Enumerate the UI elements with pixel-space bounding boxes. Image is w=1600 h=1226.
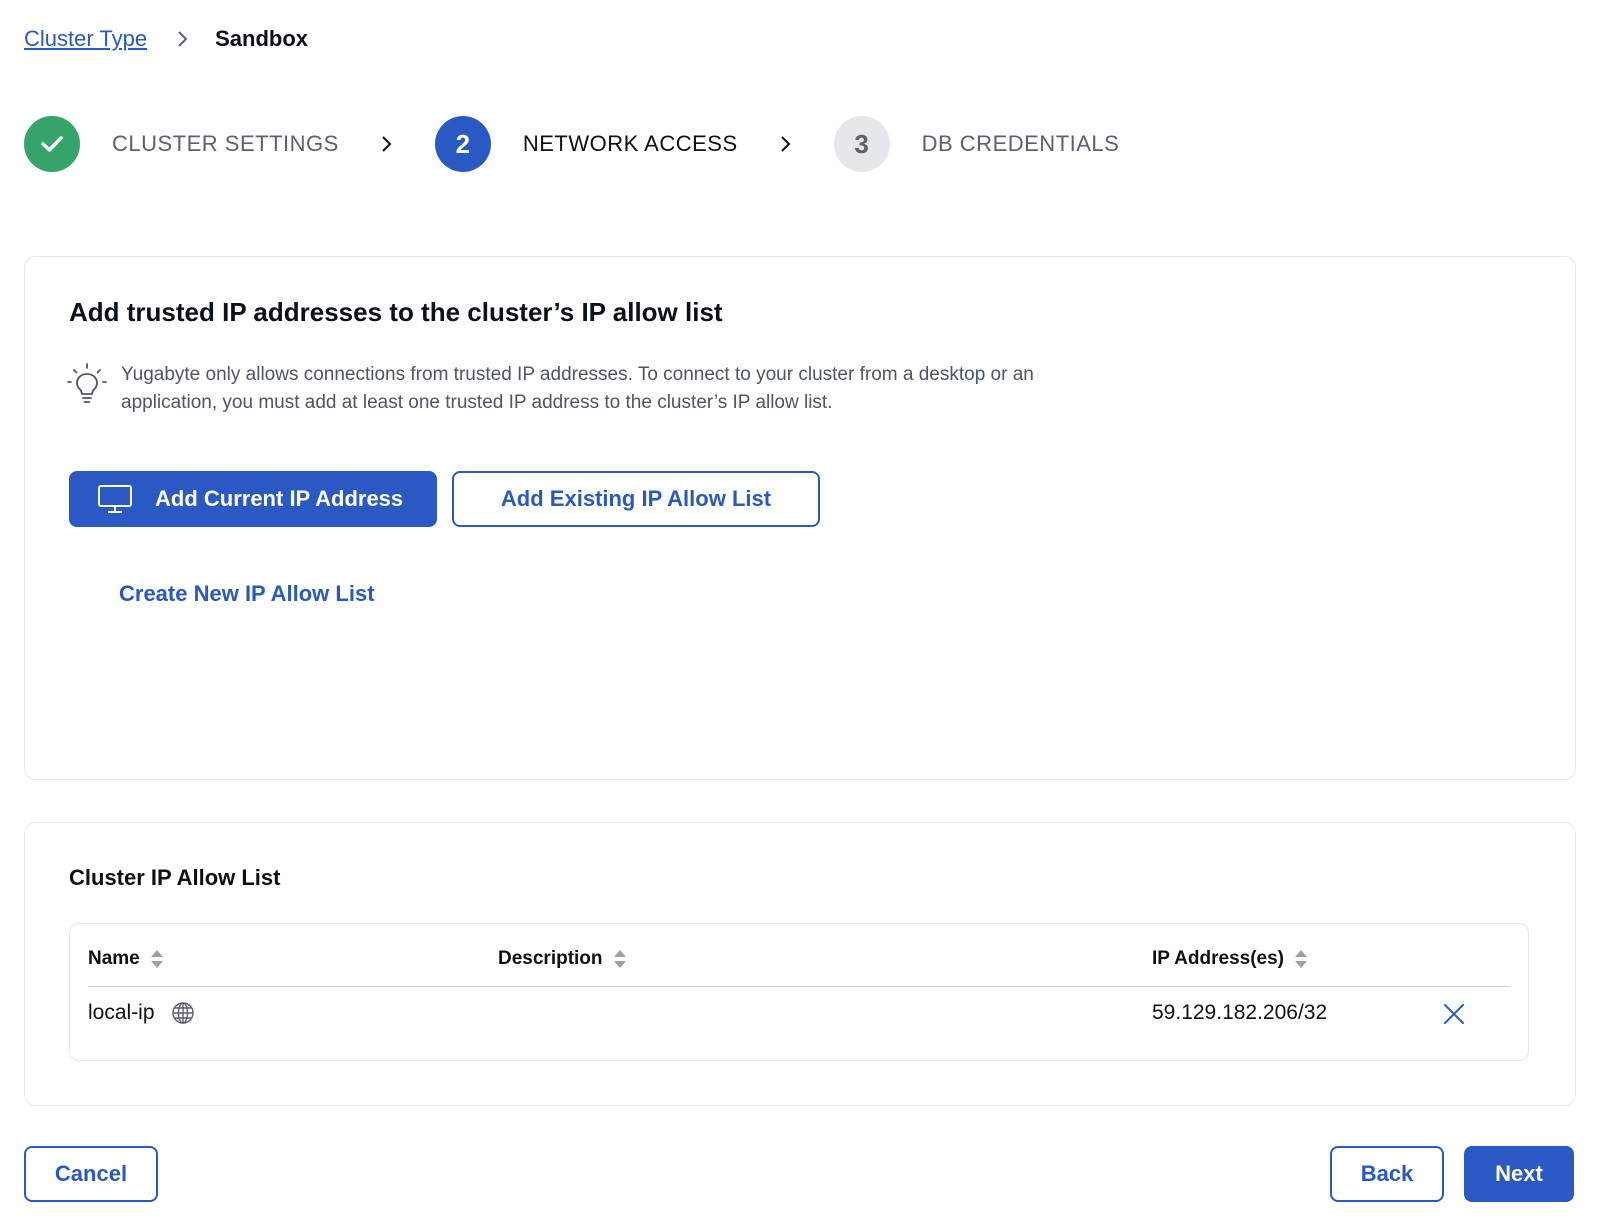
- row-ip-address: 59.129.182.206/32: [1152, 1001, 1328, 1024]
- next-button[interactable]: Next: [1464, 1146, 1574, 1202]
- hint-text: Yugabyte only allows connections from tr…: [121, 364, 1034, 413]
- table-header-divider: [88, 986, 1510, 987]
- row-name: local-ip: [88, 1001, 155, 1024]
- breadcrumb-current: Sandbox: [215, 26, 309, 51]
- sort-icon[interactable]: [150, 949, 164, 969]
- chevron-right-icon: [177, 30, 189, 48]
- step-label: DB CREDENTIALS: [921, 131, 1120, 156]
- cancel-button[interactable]: Cancel: [24, 1146, 158, 1202]
- lightbulb-icon: [67, 361, 107, 405]
- column-header-name[interactable]: Name: [88, 944, 164, 974]
- hint-message: Yugabyte only allows connections from tr…: [67, 361, 1071, 417]
- breadcrumb: Cluster Type Sandbox: [24, 22, 308, 56]
- monitor-icon: [97, 484, 133, 514]
- column-header-label: IP Address(es): [1152, 948, 1284, 969]
- allow-list-table: Name Description IP Address(es) local-ip…: [69, 923, 1529, 1061]
- add-current-ip-label: Add Current IP Address: [155, 486, 404, 511]
- check-icon: [41, 136, 63, 152]
- step-network-access: 2 NETWORK ACCESS: [434, 116, 738, 172]
- add-existing-ip-allow-list-button[interactable]: Add Existing IP Allow List: [452, 471, 820, 527]
- breadcrumb-cluster-type-link[interactable]: Cluster Type: [24, 26, 147, 52]
- chevron-right-icon: [738, 135, 834, 153]
- column-header-label: Name: [88, 948, 140, 969]
- column-header-description[interactable]: Description: [498, 944, 627, 974]
- section-title: Cluster IP Allow List: [69, 865, 281, 890]
- step-label: NETWORK ACCESS: [522, 131, 738, 156]
- step-complete-badge: [24, 116, 80, 172]
- add-current-ip-button[interactable]: Add Current IP Address: [69, 471, 437, 527]
- step-cluster-settings: CLUSTER SETTINGS: [24, 116, 339, 172]
- create-cluster-page: Cluster Type Sandbox CLUSTER SETTINGS 2 …: [0, 0, 1600, 1226]
- column-header-label: Description: [498, 948, 603, 969]
- close-icon[interactable]: [1442, 1002, 1466, 1026]
- wizard-stepper: CLUSTER SETTINGS 2 NETWORK ACCESS 3 DB C…: [24, 116, 1119, 172]
- network-access-card: Add trusted IP addresses to the cluster’…: [24, 256, 1576, 780]
- sort-icon[interactable]: [613, 949, 627, 969]
- step-db-credentials: 3 DB CREDENTIALS: [833, 116, 1120, 172]
- create-new-ip-allow-list-link[interactable]: Create New IP Allow List: [119, 581, 375, 607]
- table-row-name-cell: local-ip: [88, 998, 195, 1028]
- step-label: CLUSTER SETTINGS: [112, 131, 339, 156]
- column-header-ip-addresses[interactable]: IP Address(es): [1152, 944, 1308, 974]
- sort-icon[interactable]: [1294, 949, 1308, 969]
- step-number-badge: 3: [833, 116, 890, 172]
- chevron-right-icon: [339, 135, 435, 153]
- globe-icon: [171, 1001, 195, 1025]
- ip-action-buttons: Add Current IP Address Add Existing IP A…: [69, 471, 820, 527]
- cluster-ip-allow-list-card: Cluster IP Allow List Name Description I…: [24, 822, 1576, 1106]
- back-button[interactable]: Back: [1330, 1146, 1444, 1202]
- step-number-badge: 2: [434, 116, 491, 172]
- section-title: Add trusted IP addresses to the cluster’…: [69, 297, 723, 327]
